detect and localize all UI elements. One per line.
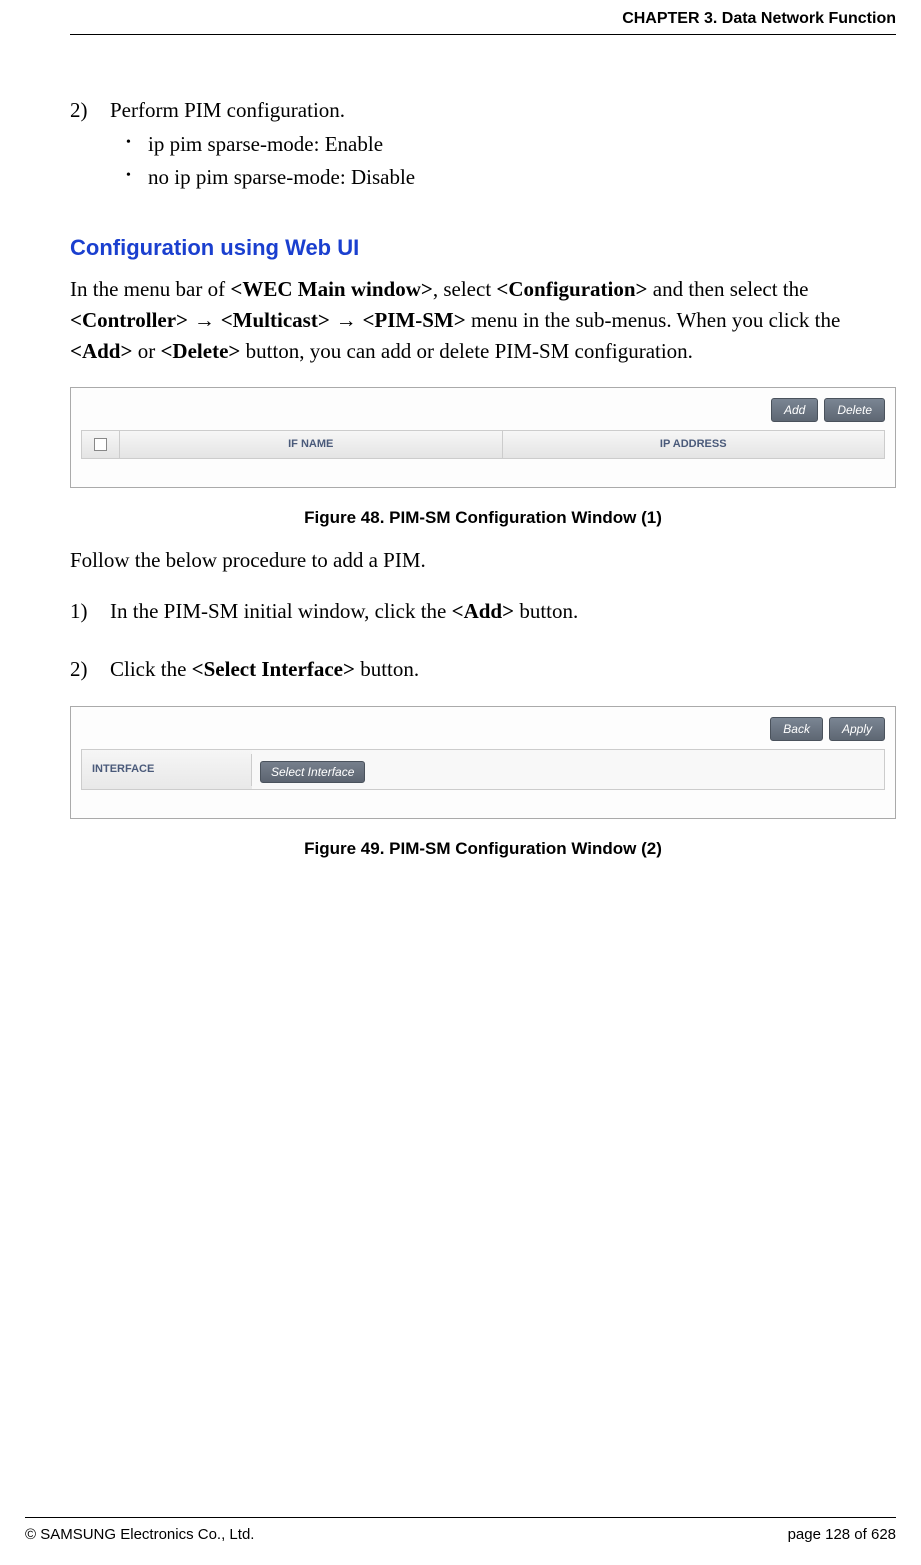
figure-49: Back Apply INTERFACE Select Interface Fi… bbox=[70, 706, 896, 861]
bold-text: <Controller> bbox=[70, 308, 188, 332]
bold-text: <Select Interface> bbox=[192, 657, 355, 681]
follow-paragraph: Follow the below procedure to add a PIM. bbox=[70, 545, 896, 575]
column-if-name: IF NAME bbox=[120, 431, 503, 459]
bold-text: <Delete> bbox=[160, 339, 240, 363]
text: and then select the bbox=[648, 277, 809, 301]
arrow-icon: → bbox=[188, 309, 221, 332]
bullet-icon: • bbox=[126, 166, 148, 196]
bold-text: <Configuration> bbox=[496, 277, 647, 301]
text: or bbox=[132, 339, 160, 363]
page-number: page 128 of 628 bbox=[788, 1526, 896, 1543]
proc-step-1: 1) In the PIM-SM initial window, click t… bbox=[70, 596, 896, 626]
column-ip-address: IP ADDRESS bbox=[503, 431, 885, 459]
figure-caption: Figure 49. PIM-SM Configuration Window (… bbox=[70, 837, 896, 862]
pim-sm-window-2: Back Apply INTERFACE Select Interface bbox=[70, 706, 896, 818]
button-row: Back Apply bbox=[81, 717, 885, 741]
step-body: In the PIM-SM initial window, click the … bbox=[110, 596, 896, 626]
table-header: IF NAME IP ADDRESS bbox=[81, 430, 885, 460]
bullet-text: ip pim sparse-mode: Enable bbox=[148, 129, 383, 159]
interface-label: INTERFACE bbox=[82, 754, 252, 786]
bullet-icon: • bbox=[126, 133, 148, 163]
section-heading: Configuration using Web UI bbox=[70, 232, 896, 264]
bullet-text: no ip pim sparse-mode: Disable bbox=[148, 162, 415, 192]
intro-paragraph: In the menu bar of <WEC Main window>, se… bbox=[70, 274, 896, 366]
text: , select bbox=[433, 277, 497, 301]
arrow-icon: → bbox=[330, 309, 363, 332]
interface-value-cell: Select Interface bbox=[252, 750, 884, 788]
bold-text: <PIM-SM> bbox=[362, 308, 465, 332]
step-2: 2) Perform PIM configuration. bbox=[70, 95, 896, 125]
text: In the PIM-SM initial window, click the bbox=[110, 599, 452, 623]
bold-text: <Add> bbox=[70, 339, 132, 363]
step-number: 2) bbox=[70, 654, 110, 684]
bullet-item: • ip pim sparse-mode: Enable bbox=[126, 129, 896, 159]
proc-step-2: 2) Click the <Select Interface> button. bbox=[70, 654, 896, 684]
step-2-bullets: • ip pim sparse-mode: Enable • no ip pim… bbox=[126, 129, 896, 192]
text: button. bbox=[355, 657, 419, 681]
chapter-header: CHAPTER 3. Data Network Function bbox=[70, 10, 896, 28]
text: menu in the sub-menus. When you click th… bbox=[466, 308, 841, 332]
step-body: Click the <Select Interface> button. bbox=[110, 654, 896, 684]
pim-sm-window-1: Add Delete IF NAME IP ADDRESS bbox=[70, 387, 896, 489]
select-interface-button[interactable]: Select Interface bbox=[260, 761, 365, 783]
bold-text: <WEC Main window> bbox=[230, 277, 432, 301]
step-number: 2) bbox=[70, 95, 110, 125]
select-all-checkbox[interactable] bbox=[94, 438, 107, 451]
checkbox-header bbox=[82, 431, 120, 459]
page-footer: © SAMSUNG Electronics Co., Ltd. page 128… bbox=[25, 1517, 896, 1543]
copyright: © SAMSUNG Electronics Co., Ltd. bbox=[25, 1526, 254, 1543]
step-number: 1) bbox=[70, 596, 110, 626]
page-content: 2) Perform PIM configuration. • ip pim s… bbox=[70, 95, 896, 861]
step-text: Perform PIM configuration. bbox=[110, 95, 896, 125]
interface-row: INTERFACE Select Interface bbox=[81, 749, 885, 789]
text: button, you can add or delete PIM-SM con… bbox=[240, 339, 693, 363]
button-row: Add Delete bbox=[81, 398, 885, 422]
apply-button[interactable]: Apply bbox=[829, 717, 885, 741]
back-button[interactable]: Back bbox=[770, 717, 823, 741]
add-button[interactable]: Add bbox=[771, 398, 818, 422]
text: button. bbox=[514, 599, 578, 623]
bottom-rule bbox=[25, 1517, 896, 1518]
bold-text: <Add> bbox=[452, 599, 514, 623]
text: Click the bbox=[110, 657, 192, 681]
delete-button[interactable]: Delete bbox=[824, 398, 885, 422]
text: In the menu bar of bbox=[70, 277, 230, 301]
top-rule bbox=[70, 34, 896, 35]
figure-48: Add Delete IF NAME IP ADDRESS Figure 48.… bbox=[70, 387, 896, 532]
bold-text: <Multicast> bbox=[221, 308, 330, 332]
bullet-item: • no ip pim sparse-mode: Disable bbox=[126, 162, 896, 192]
figure-caption: Figure 48. PIM-SM Configuration Window (… bbox=[70, 506, 896, 531]
